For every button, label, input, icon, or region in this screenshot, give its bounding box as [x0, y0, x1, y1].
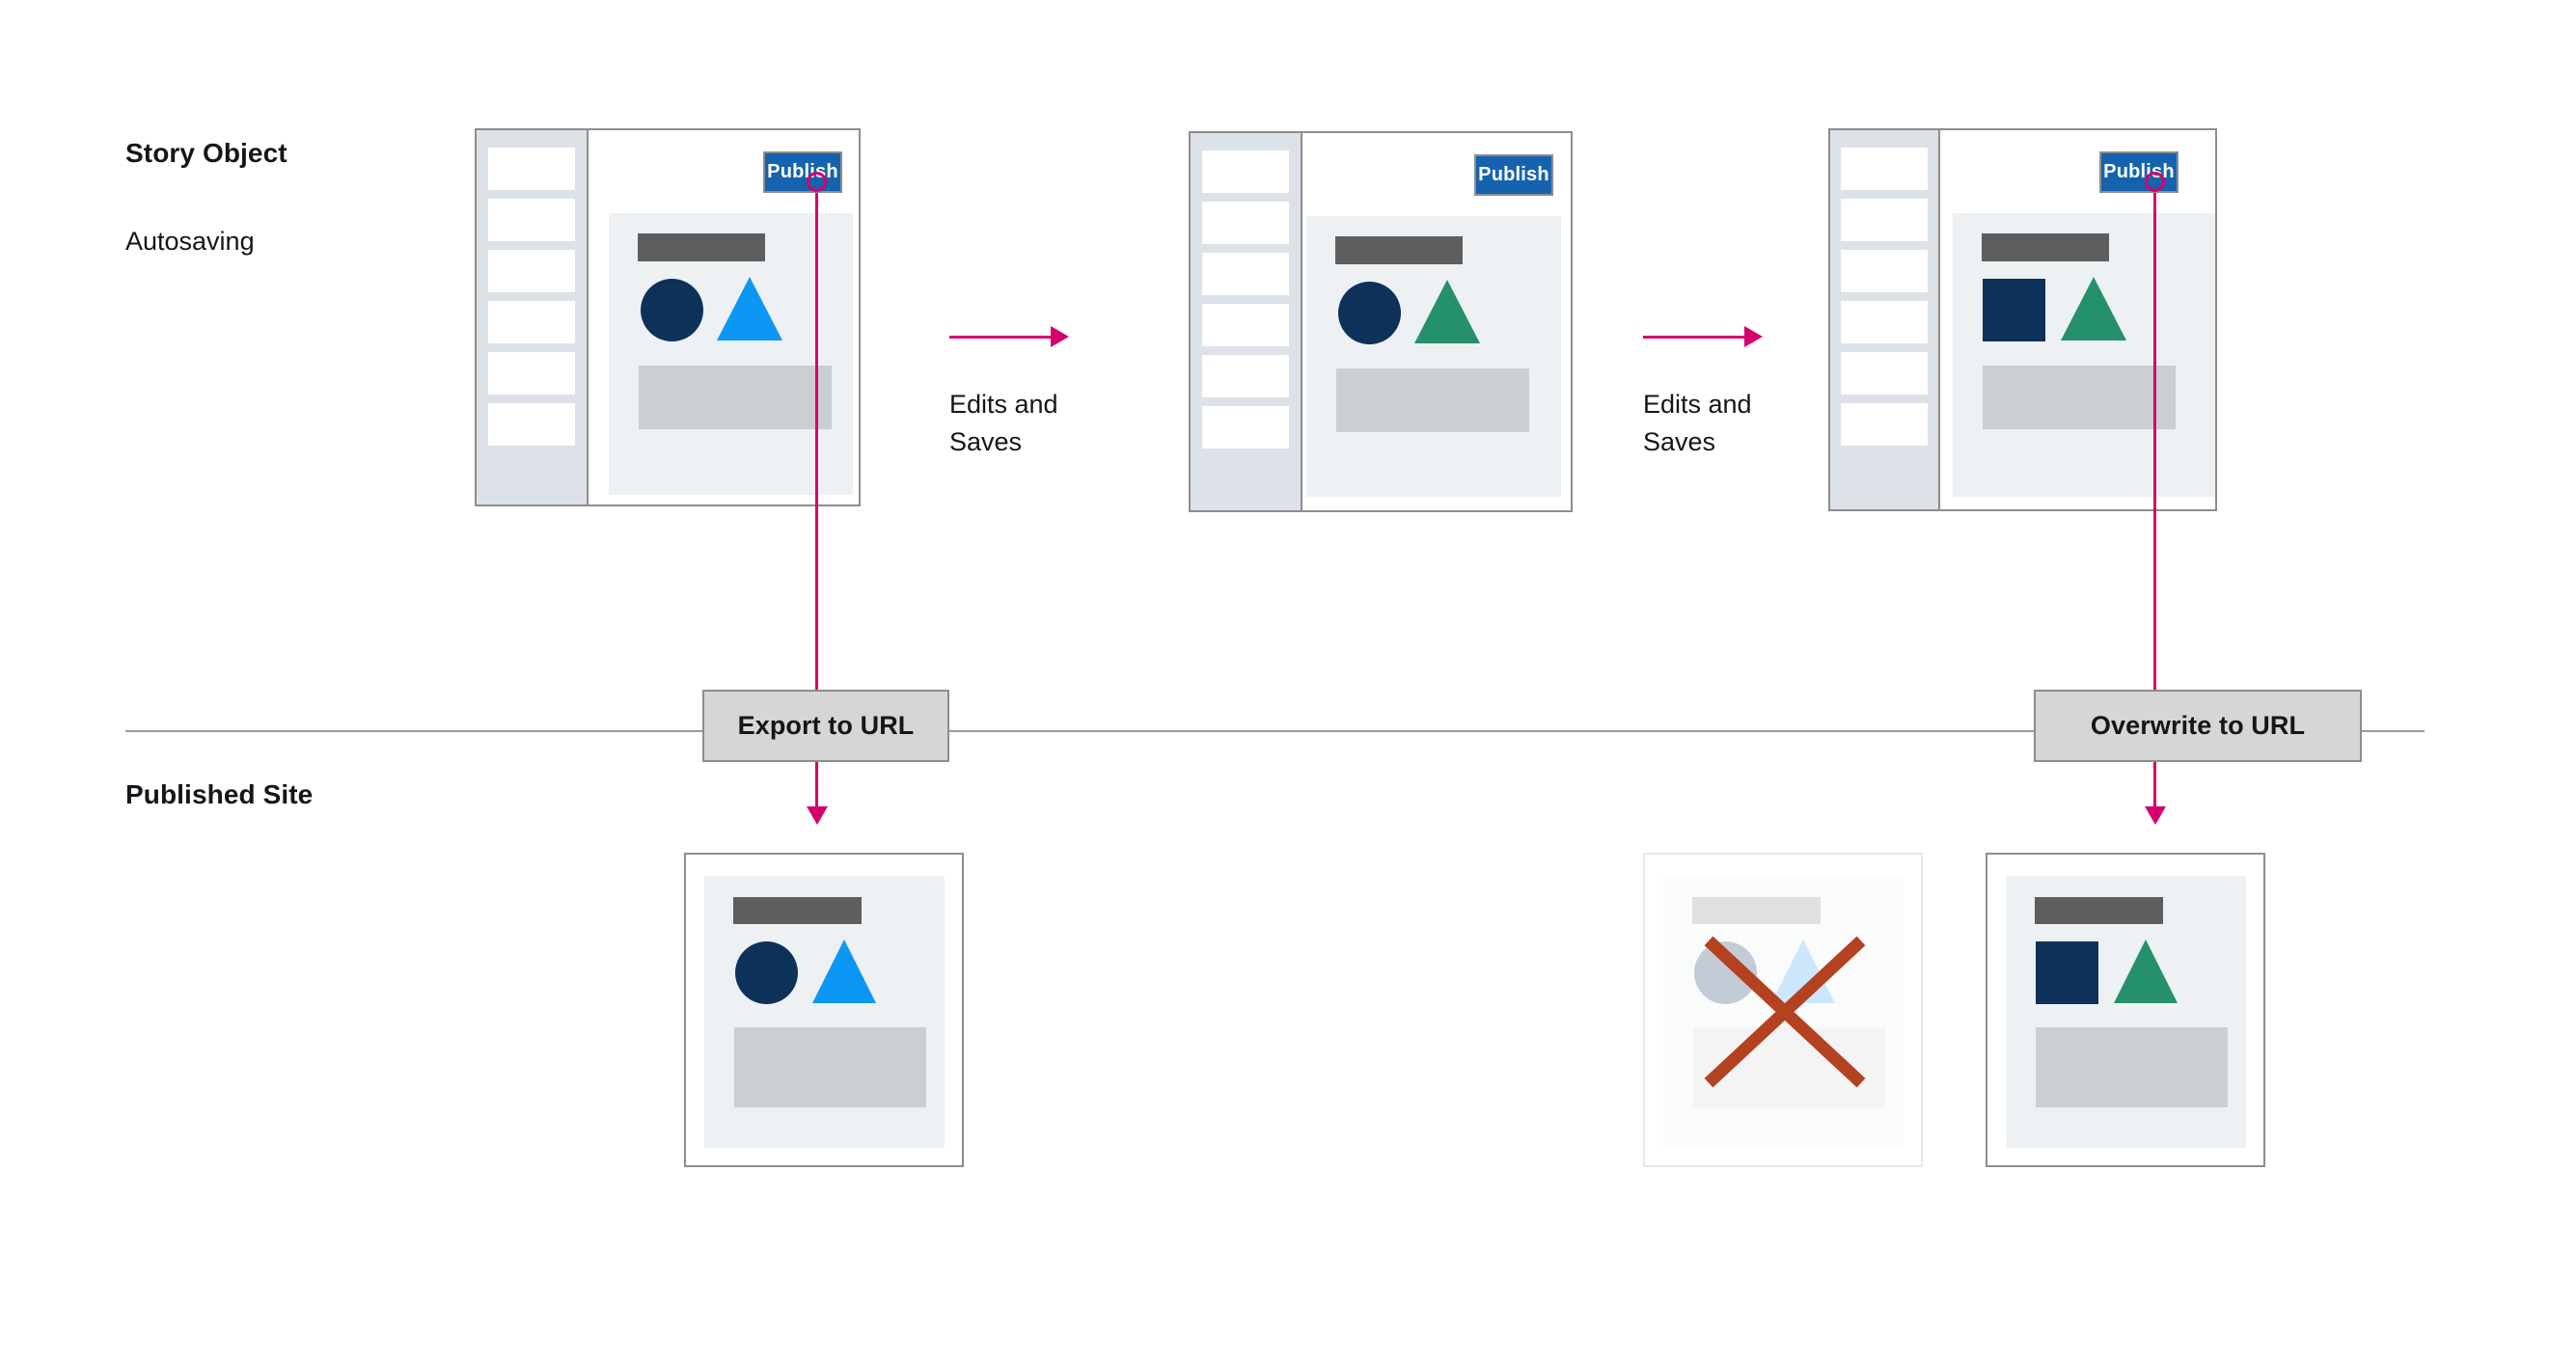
- transition-arrow-head-1: [1051, 326, 1069, 347]
- sidebar-item[interactable]: [488, 199, 575, 241]
- headline-placeholder: [1335, 236, 1463, 264]
- published-shape-triangle: [1771, 940, 1835, 1003]
- story-shape-circle: [641, 279, 703, 341]
- window-2-story-canvas: [1306, 216, 1561, 497]
- sidebar-item[interactable]: [1841, 301, 1928, 343]
- transition-caption-2: Edits and Saves: [1643, 390, 1752, 457]
- sidebar-item[interactable]: [1841, 250, 1928, 292]
- published-card-replaced: [1643, 853, 1923, 1167]
- headline-placeholder: [1982, 233, 2109, 261]
- body-placeholder: [1693, 1027, 1885, 1107]
- published-shape-circle: [1694, 941, 1757, 1004]
- sidebar-item[interactable]: [488, 403, 575, 446]
- body-placeholder: [639, 366, 832, 429]
- transition-arrow-line-2: [1643, 336, 1744, 339]
- sidebar-item[interactable]: [1202, 202, 1289, 244]
- story-shape-square: [1983, 279, 2045, 341]
- window-3-story-canvas: [1953, 213, 2215, 497]
- transition-caption-1: Edits and Saves: [949, 390, 1058, 457]
- gateway-overwrite-to-url[interactable]: Overwrite to URL: [2034, 690, 2362, 762]
- overwrite-to-card-line: [2153, 762, 2156, 811]
- publish-button[interactable]: Publish: [2099, 151, 2179, 193]
- gateway-export-to-url[interactable]: Export to URL: [702, 690, 949, 762]
- sidebar-item[interactable]: [488, 148, 575, 190]
- row-label-published-site: Published Site: [125, 779, 314, 809]
- headline-placeholder: [638, 233, 765, 261]
- sidebar-item[interactable]: [1202, 406, 1289, 449]
- sidebar-item[interactable]: [1841, 352, 1928, 395]
- story-window-2: Publish: [1189, 131, 1573, 512]
- body-placeholder: [1983, 366, 2176, 429]
- published-card-v1-inner: [704, 876, 945, 1148]
- window-1-sidebar: [477, 130, 589, 504]
- story-shape-triangle: [2061, 277, 2126, 340]
- sidebar-item[interactable]: [1841, 148, 1928, 190]
- window-2-main: Publish: [1302, 133, 1571, 510]
- published-card-v1: [684, 853, 964, 1167]
- sidebar-item[interactable]: [1202, 150, 1289, 193]
- publish-to-export-line: [815, 181, 818, 731]
- transition-arrow-line-1: [949, 336, 1051, 339]
- sidebar-item[interactable]: [1841, 403, 1928, 446]
- window-3-main: Publish: [1940, 130, 2215, 509]
- publish-to-overwrite-line: [2153, 181, 2156, 731]
- sidebar-item[interactable]: [1202, 304, 1289, 346]
- sidebar-item[interactable]: [1202, 355, 1289, 397]
- publish-marker-ring-3: [2145, 172, 2165, 192]
- headline-placeholder: [733, 897, 862, 924]
- overwrite-to-card-arrowhead: [2145, 806, 2166, 825]
- sidebar-item[interactable]: [488, 250, 575, 292]
- published-card-v2-inner: [2006, 876, 2246, 1148]
- row-sublabel-autosaving: Autosaving: [125, 227, 255, 256]
- body-placeholder: [1336, 368, 1529, 432]
- headline-placeholder: [2035, 897, 2163, 924]
- publish-marker-ring-1: [807, 172, 827, 192]
- transition-arrow-head-2: [1744, 326, 1763, 347]
- sidebar-item[interactable]: [1202, 253, 1289, 295]
- body-placeholder: [734, 1027, 926, 1107]
- sidebar-item[interactable]: [1841, 199, 1928, 241]
- published-shape-circle: [735, 941, 798, 1004]
- row-label-story-object: Story Object: [125, 138, 288, 168]
- published-card-replaced-inner: [1663, 876, 1904, 1148]
- export-to-card-line: [815, 762, 818, 811]
- body-placeholder: [2036, 1027, 2228, 1107]
- sidebar-item[interactable]: [488, 352, 575, 395]
- story-shape-triangle: [717, 277, 782, 340]
- headline-placeholder: [1692, 897, 1821, 924]
- published-card-v2: [1986, 853, 2265, 1167]
- window-2-sidebar: [1191, 133, 1302, 510]
- published-shape-triangle: [812, 940, 876, 1003]
- window-3-sidebar: [1830, 130, 1940, 509]
- story-shape-triangle: [1414, 280, 1480, 343]
- story-window-1: Publish: [475, 128, 861, 506]
- diagram-canvas: Story Object Autosaving Published Site P…: [0, 0, 2576, 1362]
- publish-button[interactable]: Publish: [1474, 154, 1553, 196]
- story-shape-circle: [1338, 282, 1401, 344]
- published-shape-square: [2036, 941, 2098, 1004]
- export-to-card-arrowhead: [807, 806, 828, 825]
- sidebar-item[interactable]: [488, 301, 575, 343]
- published-shape-triangle: [2114, 940, 2178, 1003]
- publish-button[interactable]: Publish: [763, 151, 842, 193]
